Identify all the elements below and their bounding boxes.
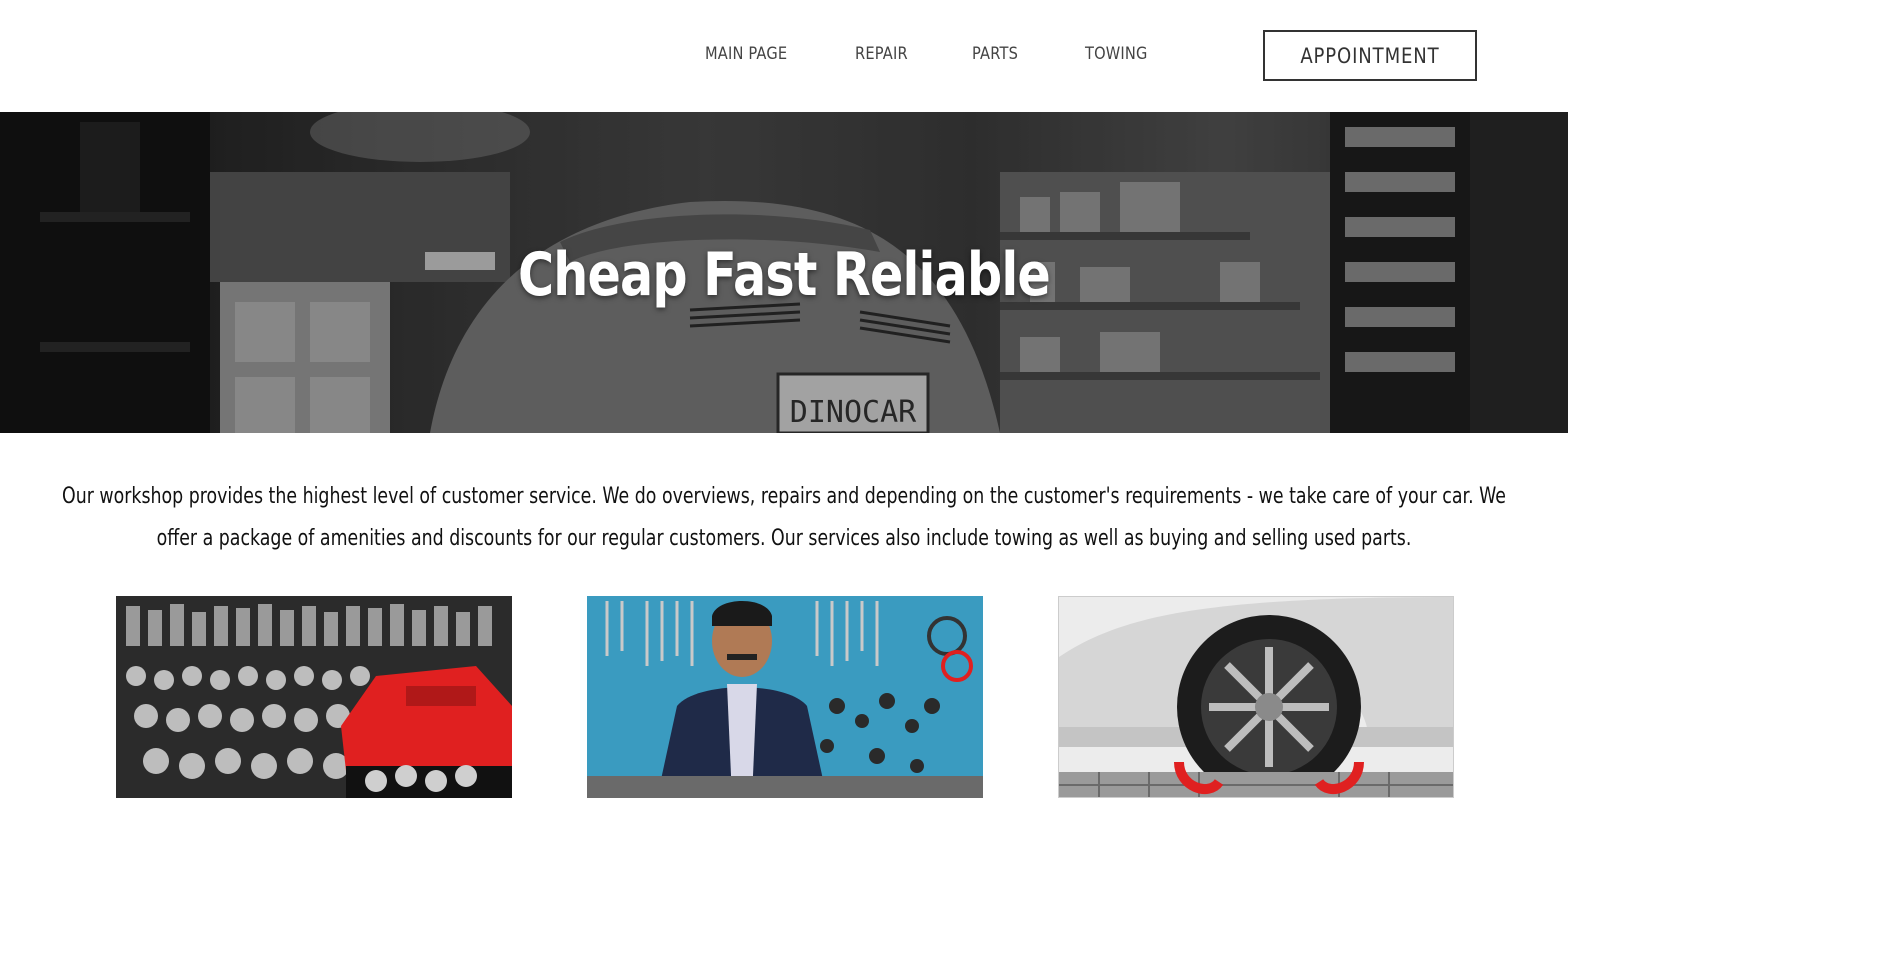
nav-towing[interactable]: TOWING bbox=[1085, 44, 1148, 64]
tow-truck-wheel-image bbox=[1059, 597, 1453, 797]
appointment-button[interactable]: APPOINTMENT bbox=[1263, 30, 1477, 81]
nav-repair[interactable]: REPAIR bbox=[855, 44, 908, 64]
socket-set-image bbox=[116, 596, 512, 798]
hero-banner: DINOCAR Cheap Fast Reliable bbox=[0, 112, 1568, 433]
service-card-towing-image[interactable] bbox=[1058, 596, 1454, 798]
service-card-repair-image[interactable] bbox=[587, 596, 983, 798]
hero-title: Cheap Fast Reliable bbox=[518, 240, 1051, 310]
appointment-button-label: APPOINTMENT bbox=[1300, 43, 1440, 68]
service-card-parts-image[interactable] bbox=[116, 596, 512, 798]
site-header: MAIN PAGE REPAIR PARTS TOWING APPOINTMEN… bbox=[0, 0, 1568, 112]
nav-main-page[interactable]: MAIN PAGE bbox=[705, 44, 787, 64]
intro-text-block: Our workshop provides the highest level … bbox=[40, 476, 1528, 560]
intro-paragraph: Our workshop provides the highest level … bbox=[62, 484, 1506, 551]
mechanic-image bbox=[587, 596, 983, 798]
nav-parts[interactable]: PARTS bbox=[972, 44, 1018, 64]
